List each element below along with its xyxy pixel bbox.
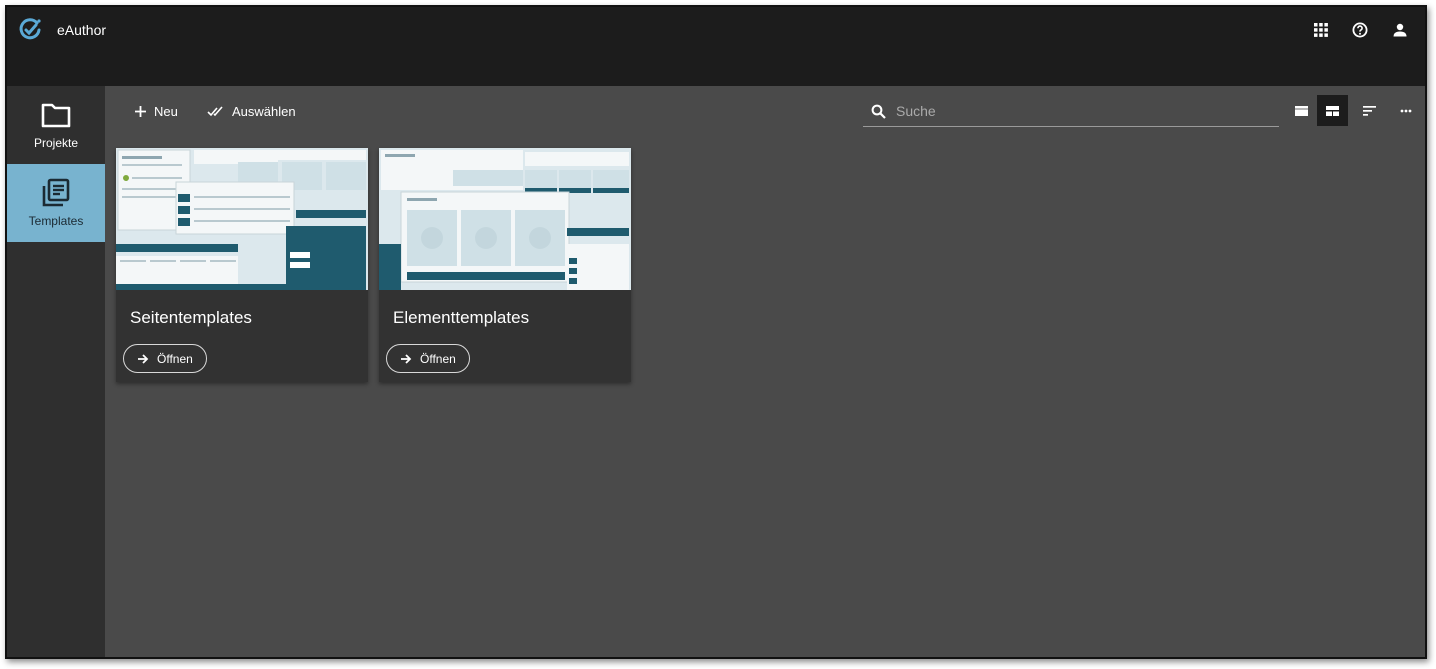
search-input[interactable] — [894, 102, 1258, 120]
folder-icon — [41, 100, 71, 130]
user-icon[interactable] — [1389, 19, 1411, 41]
tile-view-button[interactable] — [1317, 95, 1348, 126]
template-card-elementtemplates[interactable]: Elementtemplates Öffnen — [379, 148, 631, 382]
card-title: Seitentemplates — [130, 308, 252, 327]
search-icon — [871, 104, 886, 119]
template-thumbnail — [379, 148, 631, 290]
more-button[interactable] — [1390, 95, 1421, 126]
app-title: eAuthor — [57, 22, 107, 38]
help-icon[interactable] — [1349, 19, 1371, 41]
eauthor-logo-icon[interactable] — [17, 17, 43, 43]
select-button[interactable]: Auswählen — [207, 101, 296, 121]
card-title: Elementtemplates — [393, 308, 530, 327]
sort-icon — [1363, 105, 1376, 116]
sidebar: Projekte Templates — [7, 86, 105, 657]
sidebar-item-label: Projekte — [33, 136, 79, 150]
open-button[interactable]: Öffnen — [386, 344, 470, 373]
arrow-right-icon — [400, 353, 412, 365]
app-window: eAuthor Projekte Templates Neu Auswählen… — [5, 5, 1427, 659]
tile-view-icon — [1326, 105, 1339, 116]
sidebar-item-templates[interactable]: Templates — [7, 164, 105, 242]
sidebar-item-projekte[interactable]: Projekte — [7, 86, 105, 164]
search-field[interactable] — [863, 96, 1279, 127]
template-thumbnail — [116, 148, 368, 290]
sort-button[interactable] — [1354, 95, 1385, 126]
plus-icon — [135, 105, 146, 117]
list-view-icon — [1295, 105, 1308, 116]
apps-grid-icon[interactable] — [1310, 19, 1332, 41]
double-check-icon — [207, 105, 224, 117]
list-view-button[interactable] — [1286, 95, 1317, 126]
new-button[interactable]: Neu — [135, 101, 178, 121]
arrow-right-icon — [137, 353, 149, 365]
more-icon — [1400, 109, 1412, 113]
open-button[interactable]: Öffnen — [123, 344, 207, 373]
top-bar: eAuthor — [7, 7, 1425, 86]
library-books-icon — [41, 178, 71, 208]
template-card-seitentemplates[interactable]: Seitentemplates Öffnen — [116, 148, 368, 382]
sidebar-item-label: Templates — [28, 214, 84, 228]
